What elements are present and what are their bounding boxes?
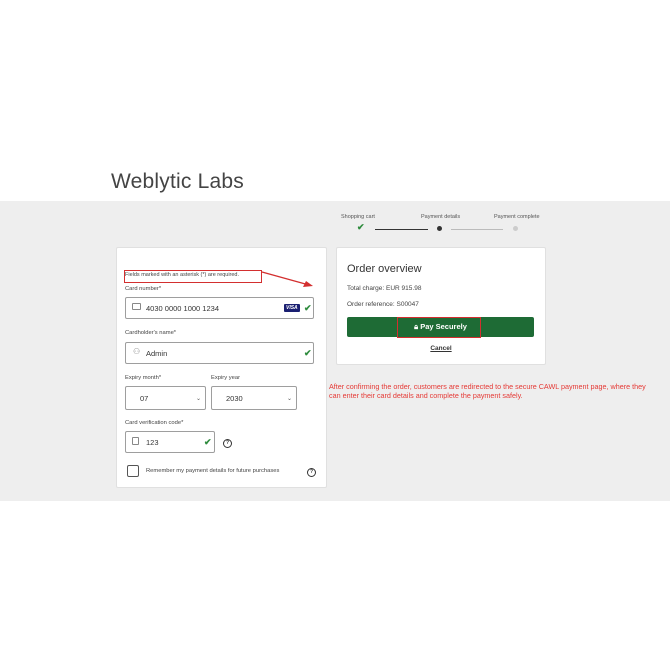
annotation-arrow-icon	[261, 271, 313, 287]
